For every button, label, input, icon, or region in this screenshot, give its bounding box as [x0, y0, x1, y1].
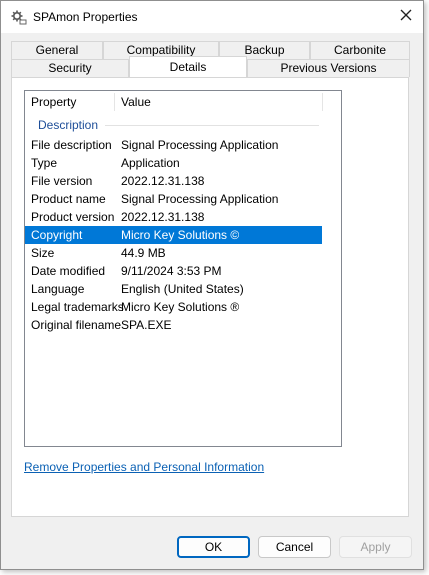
row-value: 9/11/2024 3:53 PM: [121, 264, 222, 278]
tab-security[interactable]: Security: [11, 59, 129, 77]
column-divider[interactable]: [322, 93, 323, 111]
table-row[interactable]: Language English (United States): [25, 280, 341, 298]
table-row[interactable]: Size 44.9 MB: [25, 244, 341, 262]
row-value: Micro Key Solutions ®: [121, 300, 240, 314]
window-title: SPAmon Properties: [33, 10, 138, 24]
group-header-description: Description: [38, 118, 99, 132]
table-row[interactable]: File description Signal Processing Appli…: [25, 136, 341, 154]
row-property: Size: [31, 246, 55, 260]
cancel-button[interactable]: Cancel: [258, 536, 331, 558]
column-divider[interactable]: [114, 93, 115, 111]
tab-carbonite[interactable]: Carbonite: [310, 41, 410, 59]
row-property: Date modified: [31, 264, 106, 278]
row-property: Language: [31, 282, 85, 296]
row-property: File version: [31, 174, 93, 188]
column-header-property[interactable]: Property: [31, 95, 76, 109]
tab-details[interactable]: Details: [129, 56, 247, 77]
property-rows: File description Signal Processing Appli…: [25, 136, 341, 334]
row-property: Product name: [31, 192, 106, 206]
table-row[interactable]: Product name Signal Processing Applicati…: [25, 190, 341, 208]
details-panel: Property Value Description File descript…: [11, 77, 409, 517]
table-row[interactable]: Legal trademarks Micro Key Solutions ®: [25, 298, 341, 316]
row-property: Original filename: [31, 318, 122, 332]
properties-dialog: SPAmon Properties General Compatibility …: [0, 0, 424, 570]
row-property: Product version: [31, 210, 115, 224]
close-button[interactable]: [389, 1, 423, 31]
tab-row-front: Security Details Previous Versions: [11, 56, 410, 77]
remove-properties-link[interactable]: Remove Properties and Personal Informati…: [24, 460, 264, 474]
table-row[interactable]: Type Application: [25, 154, 341, 172]
table-row[interactable]: File version 2022.12.31.138: [25, 172, 341, 190]
row-value: 44.9 MB: [121, 246, 166, 260]
row-property: Type: [31, 156, 58, 170]
details-list[interactable]: Property Value Description File descript…: [24, 90, 342, 447]
row-value: 2022.12.31.138: [121, 174, 205, 188]
row-value: 2022.12.31.138: [121, 210, 205, 224]
close-icon: [400, 9, 412, 24]
row-property: File description: [31, 138, 112, 152]
column-header-value[interactable]: Value: [121, 95, 151, 109]
group-divider: [105, 125, 319, 126]
table-row[interactable]: Date modified 9/11/2024 3:53 PM: [25, 262, 341, 280]
row-value: Signal Processing Application: [121, 192, 279, 206]
table-row[interactable]: Original filename SPA.EXE: [25, 316, 341, 334]
row-value: English (United States): [121, 282, 244, 296]
apply-button[interactable]: Apply: [339, 536, 412, 558]
tab-general[interactable]: General: [11, 41, 103, 59]
row-property: Copyright: [31, 228, 83, 242]
row-value: Micro Key Solutions ©: [121, 228, 240, 242]
ok-button[interactable]: OK: [177, 536, 250, 558]
row-value: Signal Processing Application: [121, 138, 279, 152]
row-value: SPA.EXE: [121, 318, 172, 332]
table-row[interactable]: Product version 2022.12.31.138: [25, 208, 341, 226]
row-value: Application: [121, 156, 180, 170]
title-bar: SPAmon Properties: [1, 1, 423, 33]
list-header: Property Value: [25, 91, 341, 113]
row-property: Legal trademarks: [31, 300, 124, 314]
table-row-selected[interactable]: Copyright Micro Key Solutions ©: [25, 226, 322, 244]
gear-app-icon: [11, 9, 27, 25]
tab-previous-versions[interactable]: Previous Versions: [247, 59, 410, 77]
